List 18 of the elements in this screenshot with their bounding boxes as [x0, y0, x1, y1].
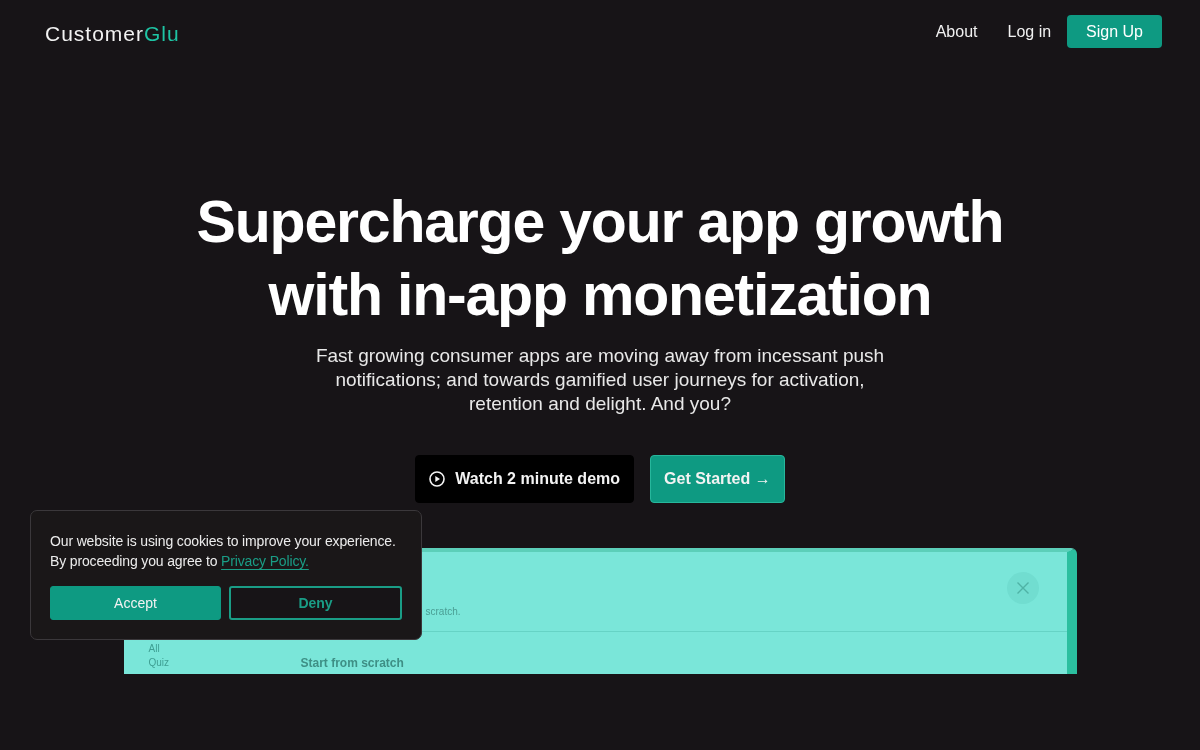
deny-button[interactable]: Deny	[229, 586, 402, 620]
brand-logo[interactable]: CustomerGlu	[45, 23, 180, 44]
sidebar-item: All	[148, 643, 161, 655]
privacy-policy-link[interactable]: Privacy Policy.	[221, 553, 309, 569]
signup-button[interactable]: Sign Up	[1067, 15, 1162, 48]
sidebar-item: Quiz	[148, 657, 171, 669]
play-icon	[429, 471, 446, 487]
preview-subtitle: scratch.	[425, 606, 461, 618]
hero-subtitle: Fast growing consumer apps are moving away from incessant push notifications; and towards gamified user journeys for activation, retention and delight. And you?	[314, 344, 886, 416]
section-title: Start from scratch	[300, 656, 404, 671]
accept-button[interactable]: Accept	[50, 586, 221, 620]
watch-demo-button[interactable]: Watch 2 minute demo	[415, 455, 635, 503]
nav-link[interactable]: Log in	[1007, 19, 1052, 44]
close-icon	[1006, 572, 1039, 604]
hero-headline: Supercharge your app growth with in-app monetization	[195, 188, 1005, 330]
get-started-button[interactable]: Get Started →	[650, 455, 785, 503]
nav-link[interactable]: About	[935, 19, 978, 44]
cookie-message: Our website is using cookies to improve your experience. By proceeding you agree to Privacy Policy.	[50, 532, 397, 571]
